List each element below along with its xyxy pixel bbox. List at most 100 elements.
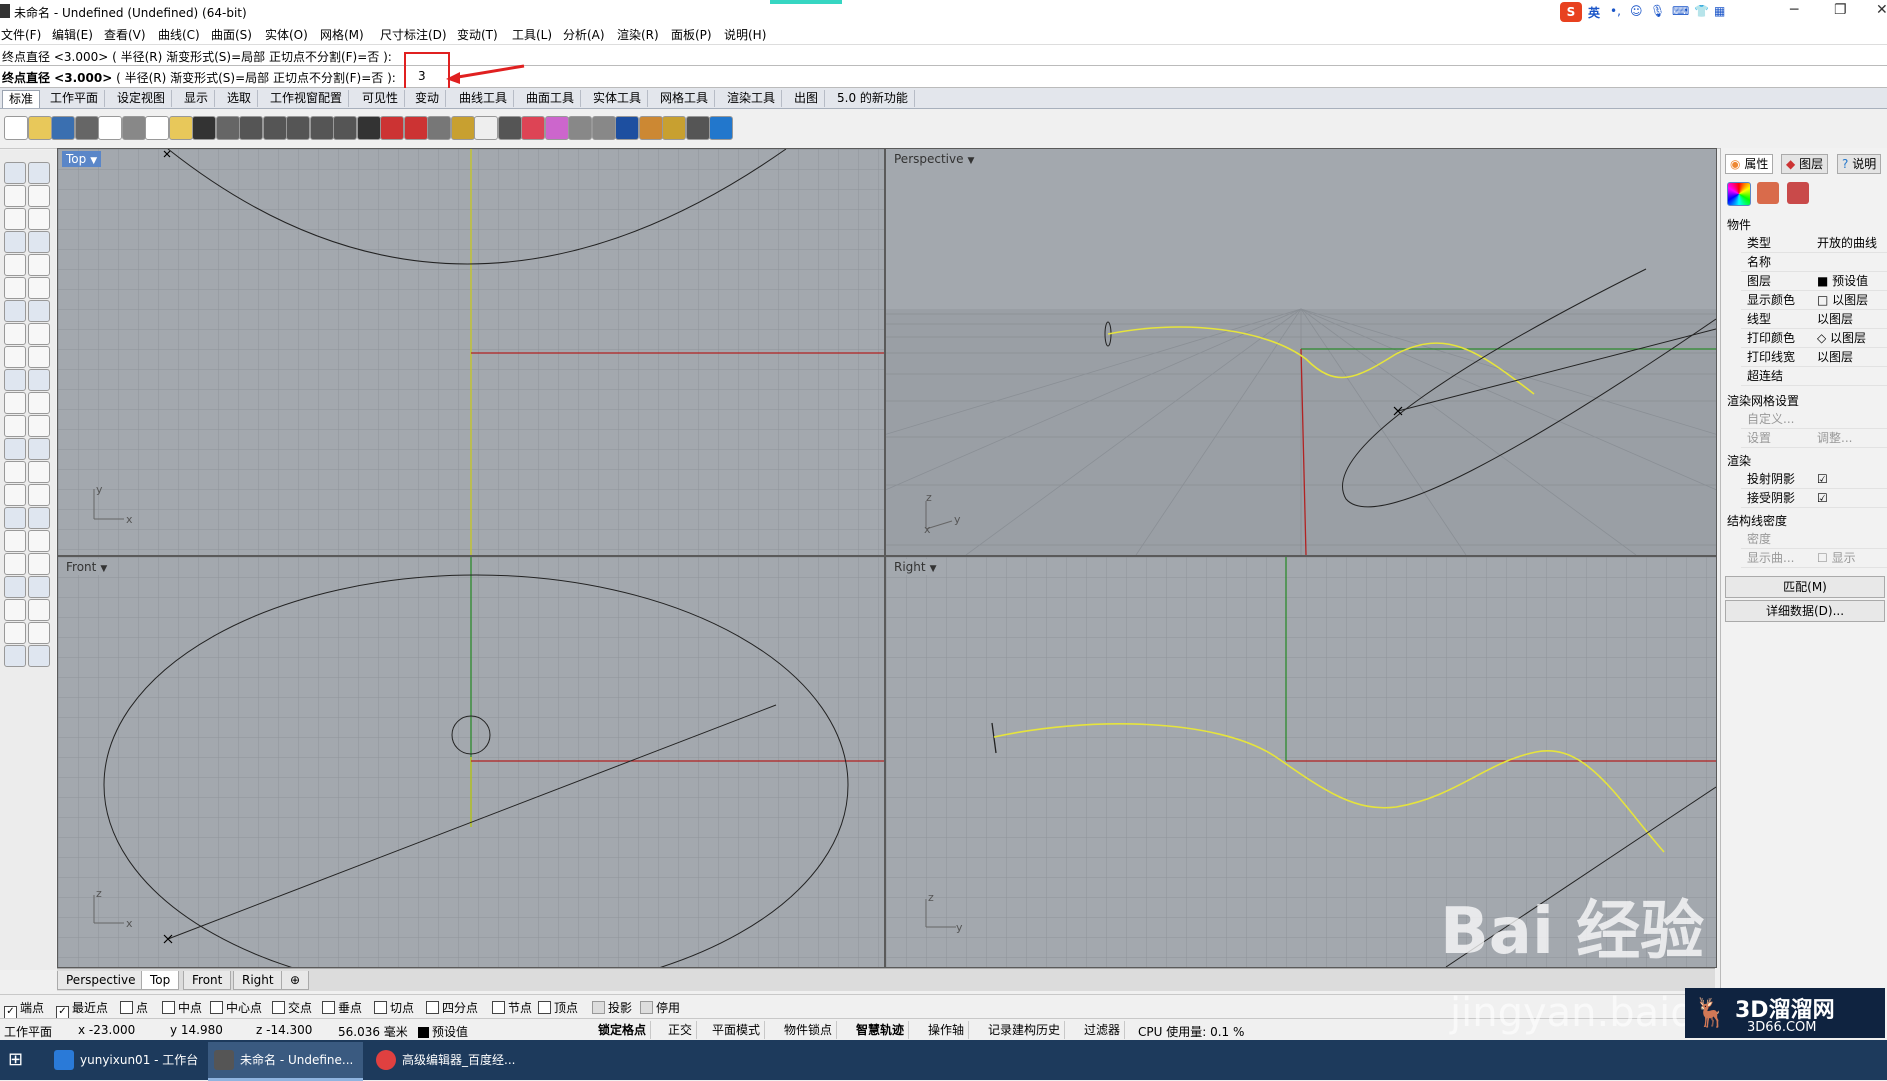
viewport-top[interactable]: y x Top ▼ — [57, 148, 885, 556]
grid-snap-button[interactable]: 锁定格点 — [594, 1021, 652, 1039]
prop-row-name[interactable]: 名称 — [1741, 253, 1887, 272]
tab-curve-tools[interactable]: 曲线工具 — [453, 90, 515, 107]
taskbar-item-2[interactable]: 高级编辑器_百度经... — [370, 1042, 525, 1078]
prop-row-display-color[interactable]: 显示颜色 □ 以图层 — [1741, 291, 1887, 310]
tool-15-0-icon[interactable] — [4, 507, 26, 529]
panel-tab-help[interactable]: ? 说明 — [1837, 154, 1882, 174]
tool-14-0-icon[interactable] — [4, 484, 26, 506]
tool-12-1-icon[interactable] — [28, 438, 50, 460]
new-icon[interactable] — [4, 116, 28, 140]
tool-13-0-icon[interactable] — [4, 461, 26, 483]
tool-1-0-icon[interactable] — [4, 185, 26, 207]
tool-8-0-icon[interactable] — [4, 346, 26, 368]
viewport-label-right[interactable]: Right ▼ — [890, 559, 941, 575]
tool-18-1-icon[interactable] — [28, 576, 50, 598]
material-icon[interactable] — [1757, 182, 1779, 204]
tool-10-0-icon[interactable] — [4, 392, 26, 414]
close-button[interactable]: ✕ — [1876, 2, 1887, 18]
prop-row-cast-shadows[interactable]: 投射阴影 ☑ — [1741, 470, 1887, 489]
keyboard-icon[interactable]: ⌨ — [1672, 4, 1689, 18]
object-props-icon[interactable] — [1727, 182, 1751, 206]
skin-icon[interactable]: 👕 — [1694, 4, 1709, 18]
prop-row-layer[interactable]: 图层 ■ 预设值 — [1741, 272, 1887, 291]
mic-icon[interactable]: 🎙 — [1650, 4, 1665, 18]
menu-transform[interactable]: 变动(T) — [457, 26, 498, 43]
viewport-front-canvas[interactable] — [58, 557, 884, 967]
details-button[interactable]: 详细数据(D)... — [1725, 600, 1885, 622]
menu-curve[interactable]: 曲线(C) — [158, 26, 200, 43]
prop-row-linetype[interactable]: 线型 以图层 — [1741, 310, 1887, 329]
menu-solid[interactable]: 实体(O) — [265, 26, 308, 43]
panel-tab-layers[interactable]: ◆ 图层 — [1781, 154, 1829, 174]
gumball-button[interactable]: 操作轴 — [924, 1021, 970, 1039]
snap-int[interactable]: 交点 — [272, 999, 312, 1016]
windows-start-icon[interactable]: ⊞ — [8, 1050, 28, 1070]
cut-icon[interactable] — [121, 116, 146, 140]
tool-9-0-icon[interactable] — [4, 369, 26, 391]
tool-20-0-icon[interactable] — [4, 622, 26, 644]
save-icon[interactable] — [51, 116, 75, 140]
tool-8-1-icon[interactable] — [28, 346, 50, 368]
layers-icon[interactable] — [521, 116, 545, 140]
prop-row-show-curves[interactable]: 显示曲... ☐ 显示 — [1741, 549, 1887, 568]
grid-icon[interactable] — [427, 116, 451, 140]
maximize-button[interactable]: ❐ — [1834, 2, 1847, 18]
tool-2-0-icon[interactable] — [4, 208, 26, 230]
snap-vertex[interactable]: 顶点 — [538, 999, 578, 1016]
toolbox-icon[interactable]: ▦ — [1714, 4, 1725, 18]
viewport-label-top[interactable]: Top ▼ — [62, 151, 102, 167]
tool-21-1-icon[interactable] — [28, 645, 50, 667]
tab-render-tools[interactable]: 渲染工具 — [721, 90, 783, 107]
zoom-selected-icon[interactable] — [309, 116, 334, 140]
tool-5-1-icon[interactable] — [28, 277, 50, 299]
sphere-icon[interactable] — [615, 116, 639, 140]
ime-lang-label[interactable]: 英 — [1588, 4, 1600, 21]
prop-value[interactable]: ☐ 显示 — [1817, 549, 1856, 567]
snap-tan[interactable]: 切点 — [374, 999, 414, 1016]
tool-19-1-icon[interactable] — [28, 599, 50, 621]
undo-icon[interactable] — [192, 116, 216, 140]
viewport-label-perspective[interactable]: Perspective ▼ — [890, 151, 979, 167]
prop-row-print-width[interactable]: 打印线宽 以图层 — [1741, 348, 1887, 367]
color-wheel-icon[interactable] — [544, 116, 569, 140]
snap-near[interactable]: ✓ 最近点 — [56, 999, 108, 1019]
menu-edit[interactable]: 编辑(E) — [52, 26, 93, 43]
tab-whats-new[interactable]: 5.0 的新功能 — [831, 90, 915, 107]
snap-point[interactable]: 点 — [120, 999, 148, 1016]
car-icon[interactable] — [380, 116, 404, 140]
record-history-button[interactable]: 记录建构历史 — [984, 1021, 1066, 1039]
checkbox-icon[interactable] — [374, 1001, 387, 1014]
viewport-top-canvas[interactable] — [58, 149, 884, 555]
prop-row-hyperlink[interactable]: 超连结 — [1741, 367, 1887, 386]
zoom-extents-icon[interactable] — [286, 116, 310, 140]
copy-file-icon[interactable] — [98, 116, 122, 140]
prop-row-receive-shadows[interactable]: 接受阴影 ☑ — [1741, 489, 1887, 508]
tab-transform[interactable]: 变动 — [409, 90, 447, 107]
checkbox-icon[interactable] — [272, 1001, 285, 1014]
menu-file[interactable]: 文件(F) — [1, 26, 41, 43]
tool-0-1-icon[interactable] — [28, 162, 50, 184]
checkbox-icon[interactable] — [210, 1001, 223, 1014]
tool-18-0-icon[interactable] — [4, 576, 26, 598]
tool-21-0-icon[interactable] — [4, 645, 26, 667]
emoji-icon[interactable]: ☺ — [1630, 4, 1643, 18]
planar-button[interactable]: 平面模式 — [708, 1021, 766, 1039]
prop-value[interactable]: ☑ — [1817, 489, 1828, 507]
ime-toolbar[interactable]: S 英 •, ☺ 🎙 ⌨ 👕 ▦ — [1560, 2, 1760, 22]
menu-dimension[interactable]: 尺寸标注(D) — [380, 26, 447, 43]
rotate-view-icon[interactable] — [333, 116, 357, 140]
prop-row-print-color[interactable]: 打印颜色 ◇ 以图层 — [1741, 329, 1887, 348]
snap-mid[interactable]: 中点 — [162, 999, 202, 1016]
tool-16-1-icon[interactable] — [28, 530, 50, 552]
sogou-icon[interactable]: S — [1560, 2, 1582, 22]
snap-end[interactable]: ✓ 端点 — [4, 999, 44, 1019]
status-cplane[interactable]: 工作平面 — [4, 1023, 52, 1040]
tool-3-1-icon[interactable] — [28, 231, 50, 253]
checkbox-icon[interactable] — [426, 1001, 439, 1014]
snap-center[interactable]: 中心点 — [210, 999, 262, 1016]
tool-10-1-icon[interactable] — [28, 392, 50, 414]
vptab-front[interactable]: Front — [183, 971, 232, 990]
tool-3-0-icon[interactable] — [4, 231, 26, 253]
help-icon[interactable] — [709, 116, 733, 140]
menu-render[interactable]: 渲染(R) — [617, 26, 659, 43]
